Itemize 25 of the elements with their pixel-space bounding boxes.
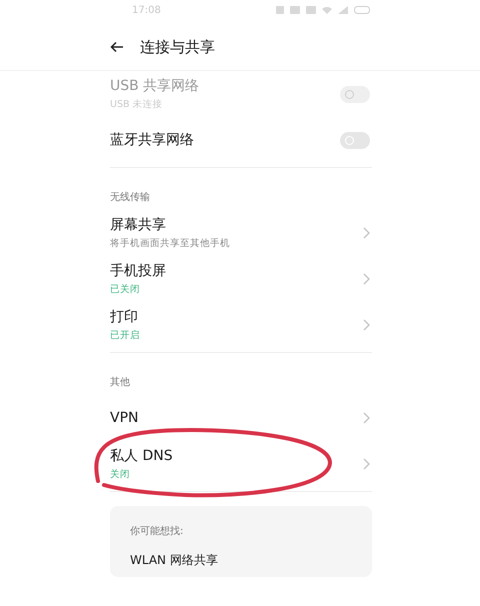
chevron-icon bbox=[363, 273, 370, 285]
setting-title[interactable]: VPN bbox=[110, 410, 138, 426]
signal-icon bbox=[338, 6, 348, 14]
suggestion-heading: 你可能想找: bbox=[130, 524, 184, 538]
page-title: 连接与共享 bbox=[140, 38, 215, 56]
setting-title[interactable]: 打印 bbox=[110, 308, 140, 326]
chevron-icon bbox=[363, 458, 370, 470]
wifi-icon bbox=[322, 6, 332, 14]
setting-subtitle: 关闭 bbox=[110, 468, 131, 481]
setting-title[interactable]: 屏幕共享 bbox=[110, 216, 230, 234]
setting-title[interactable]: 私人 DNS bbox=[110, 447, 173, 465]
setting-subtitle: 已开启 bbox=[110, 329, 140, 342]
battery-icon bbox=[354, 6, 370, 14]
setting-title[interactable]: 手机投屏 bbox=[110, 262, 166, 280]
back-arrow-icon[interactable] bbox=[110, 41, 124, 53]
section-heading: 无线传输 bbox=[110, 190, 151, 205]
suggestion-link[interactable]: WLAN 网络共享 bbox=[130, 552, 352, 569]
setting-title[interactable]: 蓝牙共享网络 bbox=[110, 131, 194, 149]
chevron-icon bbox=[363, 319, 370, 331]
setting-subtitle: 将手机画面共享至其他手机 bbox=[110, 237, 230, 250]
chevron-icon bbox=[363, 412, 370, 424]
setting-subtitle: 已关闭 bbox=[110, 283, 141, 296]
toggle-switch[interactable] bbox=[340, 132, 370, 148]
chevron-icon bbox=[363, 227, 370, 239]
section-heading: 其他 bbox=[110, 376, 131, 390]
